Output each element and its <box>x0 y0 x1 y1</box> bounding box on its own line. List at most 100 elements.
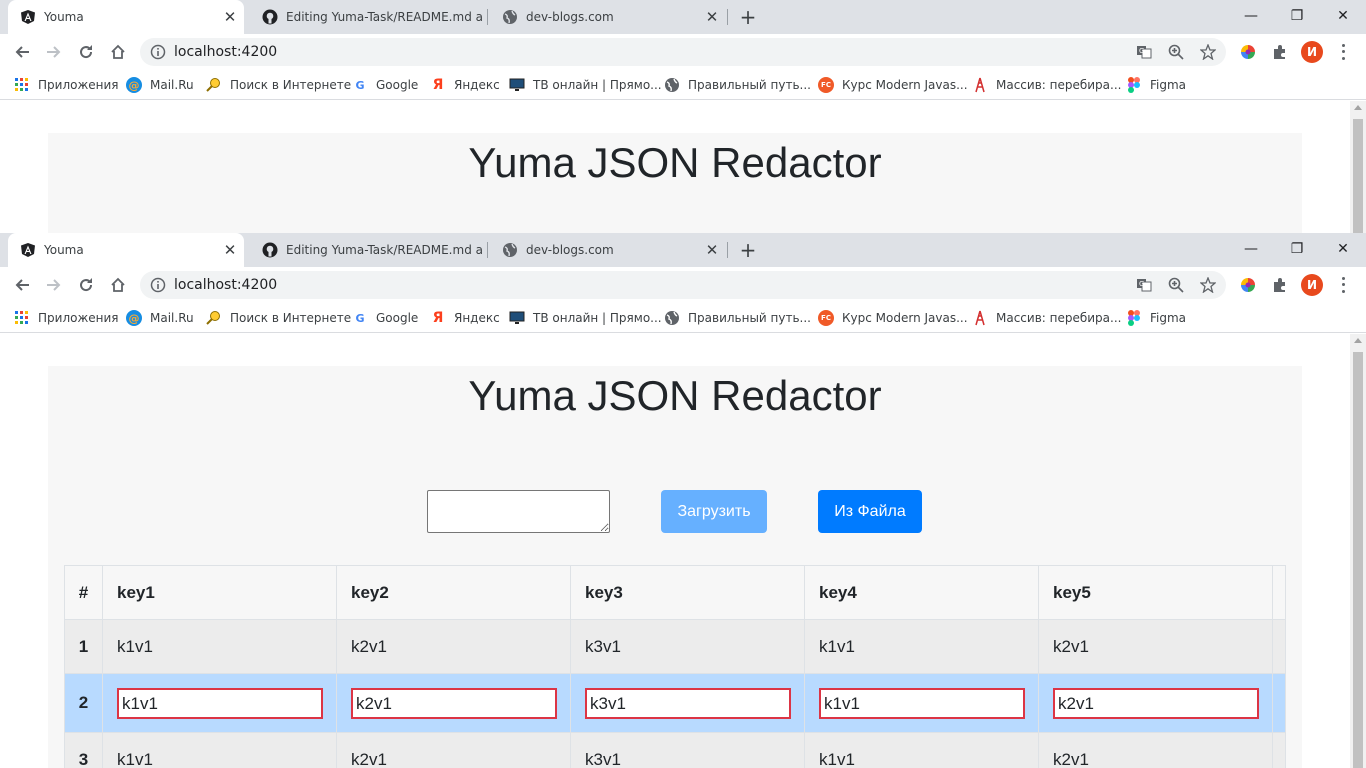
tab-youma[interactable]: Youma ✕ <box>8 0 244 34</box>
back-icon[interactable] <box>10 40 34 64</box>
more-menu-icon[interactable] <box>1337 42 1349 62</box>
tab-dev-blogs[interactable]: dev-blogs.com ✕ <box>490 0 726 34</box>
forward-icon[interactable] <box>42 273 66 297</box>
tab-github[interactable]: Editing Yuma-Task/README.md a <box>250 233 486 267</box>
scrollbar-thumb[interactable] <box>1353 119 1363 233</box>
table-cell[interactable]: k2v1 <box>1038 732 1273 768</box>
scrollbar-thumb[interactable] <box>1353 352 1363 768</box>
minimize-icon[interactable]: — <box>1228 0 1274 32</box>
bookmark-figma[interactable]: Figma <box>1126 309 1186 327</box>
bookmark-mailru[interactable]: @ Mail.Ru <box>126 309 194 327</box>
star-icon[interactable] <box>1198 275 1218 295</box>
bookmark-array[interactable]: Массив: перебира... <box>972 76 1121 94</box>
puzzle-extensions-icon[interactable] <box>1270 275 1290 295</box>
scrollbar[interactable] <box>1350 101 1366 233</box>
home-icon[interactable] <box>106 40 130 64</box>
translate-icon[interactable]: G <box>1134 42 1154 62</box>
cell-edit-input[interactable]: k1v1 <box>117 687 323 719</box>
cell-edit-input[interactable]: k2v1 <box>351 687 557 719</box>
table-cell[interactable]: k3v1 <box>570 732 805 768</box>
table-cell[interactable]: k1v1 <box>804 619 1039 674</box>
table-cell[interactable]: k3v1 <box>570 619 805 674</box>
table-cell[interactable]: k2v1 <box>1038 619 1273 674</box>
table-cell[interactable]: k1v1 <box>102 732 337 768</box>
table-cell-overflow <box>1272 732 1286 768</box>
reload-icon[interactable] <box>74 273 98 297</box>
translate-icon[interactable]: G <box>1134 275 1154 295</box>
close-window-icon[interactable]: ✕ <box>1320 233 1366 265</box>
close-icon[interactable]: ✕ <box>222 8 238 26</box>
page-viewport: Yuma JSON Redactor <box>0 101 1350 233</box>
restore-icon[interactable]: ❐ <box>1274 0 1320 32</box>
new-tab-button[interactable]: + <box>736 238 760 262</box>
reload-icon[interactable] <box>74 40 98 64</box>
cell-edit-input[interactable]: k2v1 <box>1053 687 1259 719</box>
close-icon[interactable]: ✕ <box>222 241 238 259</box>
load-button[interactable]: Загрузить <box>661 490 767 533</box>
restore-icon[interactable]: ❐ <box>1274 233 1320 265</box>
tv-icon <box>509 77 525 93</box>
info-icon[interactable] <box>150 277 166 293</box>
tab-title: dev-blogs.com <box>526 10 614 24</box>
more-menu-icon[interactable] <box>1337 275 1349 295</box>
bookmark-right-way[interactable]: Правильный путь... <box>664 76 811 94</box>
table-row[interactable]: 3 k1v1 k2v1 k3v1 k1v1 k2v1 <box>64 732 1286 768</box>
info-icon[interactable] <box>150 44 166 60</box>
tab-title: Youma <box>44 243 84 257</box>
scroll-up-icon[interactable] <box>1354 105 1362 110</box>
bookmark-tv[interactable]: ТВ онлайн | Прямо... <box>509 76 662 94</box>
profile-avatar[interactable]: И <box>1301 41 1323 63</box>
close-icon[interactable]: ✕ <box>704 8 720 26</box>
color-wheel-extension-icon[interactable] <box>1238 42 1258 62</box>
forward-icon[interactable] <box>42 40 66 64</box>
bookmark-search[interactable]: Поиск в Интернете <box>206 76 351 94</box>
table-cell[interactable]: k1v1 <box>804 732 1039 768</box>
tab-youma[interactable]: Youma ✕ <box>8 233 244 267</box>
table-cell[interactable]: k2v1 <box>336 619 571 674</box>
close-window-icon[interactable]: ✕ <box>1320 0 1366 32</box>
cell-edit-input[interactable]: k1v1 <box>819 687 1025 719</box>
back-icon[interactable] <box>10 273 34 297</box>
color-wheel-extension-icon[interactable] <box>1238 275 1258 295</box>
bookmark-yandex[interactable]: Я Яндекс <box>430 76 500 94</box>
bookmark-apps[interactable]: Приложения <box>14 309 119 327</box>
yandex-icon: Я <box>432 77 444 93</box>
new-tab-button[interactable]: + <box>736 5 760 29</box>
bookmark-figma[interactable]: Figma <box>1126 76 1186 94</box>
bookmark-array[interactable]: Массив: перебира... <box>972 309 1121 327</box>
tab-dev-blogs[interactable]: dev-blogs.com ✕ <box>490 233 726 267</box>
close-icon[interactable]: ✕ <box>704 241 720 259</box>
svg-text:G: G <box>1139 47 1144 55</box>
bookmark-google[interactable]: G Google <box>352 309 418 327</box>
bookmark-js-course[interactable]: FC Курс Modern Javas... <box>818 309 968 327</box>
table-cell[interactable]: k2v1 <box>336 732 571 768</box>
profile-avatar[interactable]: И <box>1301 274 1323 296</box>
puzzle-extensions-icon[interactable] <box>1270 42 1290 62</box>
scroll-up-icon[interactable] <box>1354 338 1362 343</box>
from-file-button[interactable]: Из Файла <box>818 490 922 533</box>
table-cell[interactable]: k1v1 <box>102 619 337 674</box>
zoom-icon[interactable] <box>1166 42 1186 62</box>
star-icon[interactable] <box>1198 42 1218 62</box>
json-textarea[interactable] <box>427 490 610 533</box>
zoom-icon[interactable] <box>1166 275 1186 295</box>
mailru-icon: @ <box>126 310 142 326</box>
table-row-editing[interactable]: 2 k1v1 k2v1 k3v1 k1v1 k2v1 <box>64 673 1286 733</box>
bookmark-js-course[interactable]: FC Курс Modern Javas... <box>818 76 968 94</box>
tab-github[interactable]: Editing Yuma-Task/README.md a <box>250 0 486 34</box>
bookmark-apps[interactable]: Приложения <box>14 76 119 94</box>
scrollbar[interactable] <box>1350 334 1366 768</box>
cell-edit-input[interactable]: k3v1 <box>585 687 791 719</box>
address-bar[interactable]: localhost:4200 G <box>140 38 1226 66</box>
home-icon[interactable] <box>106 273 130 297</box>
table-row[interactable]: 1 k1v1 k2v1 k3v1 k1v1 k2v1 <box>64 619 1286 674</box>
bookmark-search[interactable]: Поиск в Интернете <box>206 309 351 327</box>
bookmark-tv[interactable]: ТВ онлайн | Прямо... <box>509 309 662 327</box>
bookmark-yandex[interactable]: Я Яндекс <box>430 309 500 327</box>
bookmark-right-way[interactable]: Правильный путь... <box>664 309 811 327</box>
bookmark-google[interactable]: G Google <box>352 76 418 94</box>
bookmark-mailru[interactable]: @ Mail.Ru <box>126 76 194 94</box>
address-bar[interactable]: localhost:4200 G <box>140 271 1226 299</box>
minimize-icon[interactable]: — <box>1228 233 1274 265</box>
tab-title: Youma <box>44 10 84 24</box>
